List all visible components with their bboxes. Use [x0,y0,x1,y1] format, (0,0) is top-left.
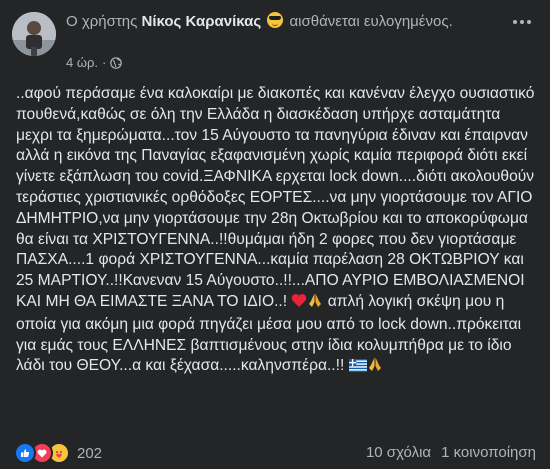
cool-emoji-icon [267,12,284,28]
heart-icon [291,293,307,315]
post-body-part-1: ..αφού περάσαμε ένα καλοκαίρι με διακοπέ… [16,85,535,310]
post-time[interactable]: 4 ώρ. [66,55,98,70]
praying-hands-icon [367,356,383,379]
dot [513,20,517,24]
praying-hands-icon [307,292,323,315]
shares-count[interactable]: 1 κοινοποίηση [441,444,536,461]
post-header: Ο χρήστης Νίκος Καρανίκας αισθάνεται ευλ… [66,12,496,32]
dot [520,20,524,24]
author-name[interactable]: Νίκος Καρανίκας [142,13,262,30]
more-options-button[interactable] [508,12,536,32]
post-meta: 4 ώρ. · [66,55,123,70]
author-prefix: Ο χρήστης [66,13,138,30]
facebook-post: Ο χρήστης Νίκος Καρανίκας αισθάνεται ευλ… [0,0,550,469]
feeling-text: αισθάνεται ευλογημένος. [289,13,453,30]
meta-separator: · [102,55,107,70]
greek-flag-icon [348,358,367,379]
post-body: ..αφού περάσαμε ένα καλοκαίρι με διακοπέ… [16,84,538,379]
like-reaction-icon [14,442,36,464]
reactions-summary[interactable]: 202 [14,442,102,464]
post-stats: 10 σχόλια 1 κοινοποίηση [366,444,536,461]
comments-count[interactable]: 10 σχόλια [366,444,431,461]
avatar[interactable] [12,12,56,56]
globe-icon[interactable] [110,56,123,69]
dot [527,20,531,24]
reactions-count[interactable]: 202 [77,445,102,462]
